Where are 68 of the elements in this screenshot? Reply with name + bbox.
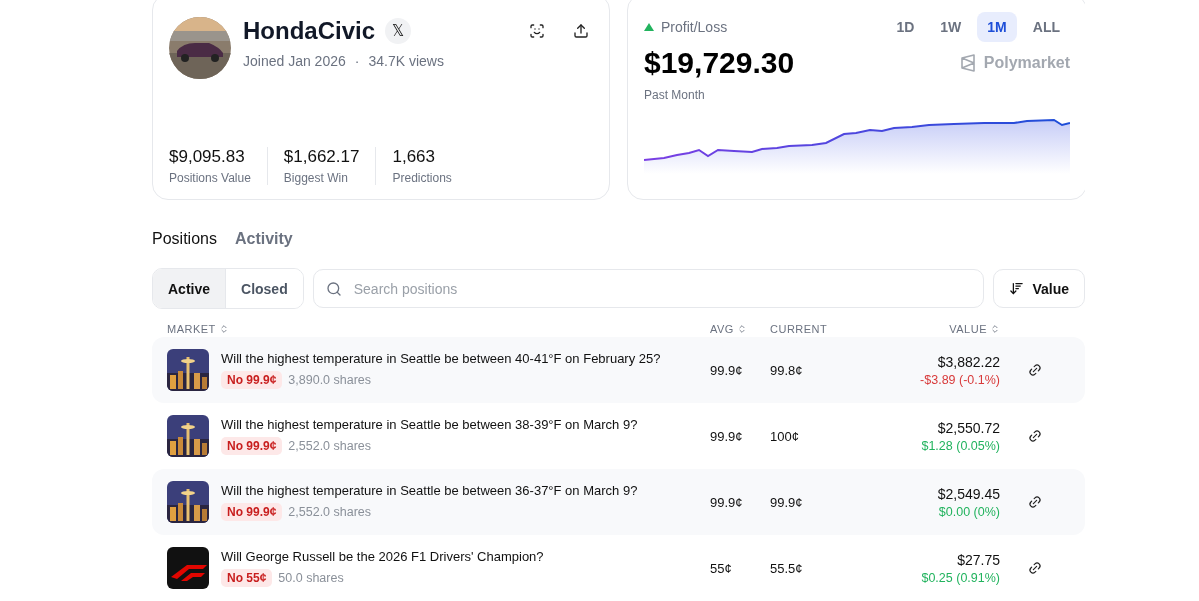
stat-label: Positions Value	[169, 171, 251, 185]
position-row[interactable]: Will the highest temperature in Seattle be between 36-37°F on March 9? No 99.9¢ 2,552.0 shares 99.9¢ 99.9¢ $2,549.45 $0.00 (0%)	[152, 469, 1085, 535]
share-count: 2,552.0 shares	[288, 439, 372, 453]
current-price: 100¢	[770, 428, 800, 444]
outcome-tag: No 99.9¢	[221, 437, 283, 455]
value-change: $1.28 (0.05%)	[921, 438, 1000, 453]
current-price: 99.8¢	[770, 362, 804, 378]
position-value: $3,882.22	[937, 353, 1000, 370]
value-change: -$3.89 (-0.1%)	[920, 372, 1000, 387]
period-label: Past Month	[644, 88, 706, 102]
filter-tab[interactable]: Closed	[225, 269, 303, 308]
outcome-tag: No 55¢	[221, 569, 273, 587]
joined-date: Joined Jan 2026	[243, 53, 346, 69]
stat-value: $1,662.17	[283, 147, 360, 167]
view-count: 34.7K views	[368, 53, 444, 69]
avg-price: 55¢	[710, 560, 733, 576]
search-icon	[325, 280, 342, 297]
stat-label: Predictions	[392, 171, 452, 185]
range-tab[interactable]: 1W	[930, 12, 972, 42]
filter-tab[interactable]: Active	[153, 269, 226, 308]
pnl-amount: $19,729.30	[644, 46, 795, 80]
search-field[interactable]: Search positions	[312, 269, 985, 308]
link-icon[interactable]	[1026, 493, 1044, 511]
stat-value: $9,095.83	[169, 147, 246, 167]
value-change: $0.00 (0%)	[938, 504, 1000, 519]
search-input[interactable]: Search positions	[351, 279, 972, 298]
link-icon[interactable]	[1026, 361, 1044, 379]
value-change: $0.25 (0.91%)	[921, 570, 1000, 585]
column-header[interactable]: MARKET	[167, 323, 229, 335]
current-price: 99.9¢	[770, 494, 804, 510]
column-header[interactable]: AVG	[710, 323, 747, 335]
avg-price: 99.9¢	[710, 494, 744, 510]
market-title[interactable]: Will the highest temperature in Seattle be between 36-37°F on March 9?	[221, 483, 638, 498]
position-value: $2,549.45	[937, 485, 1000, 502]
share-count: 2,552.0 shares	[288, 505, 372, 519]
stat-value: 1,663	[392, 147, 436, 167]
share-count: 50.0 shares	[278, 571, 344, 585]
column-header[interactable]: CURRENT	[770, 323, 828, 335]
sort-icon	[1009, 281, 1025, 296]
market-title[interactable]: Will the highest temperature in Seattle be between 40-41°F on February 25?	[221, 351, 661, 366]
market-title[interactable]: Will the highest temperature in Seattle be between 38-39°F on March 9?	[221, 417, 638, 432]
stat-label: Biggest Win	[283, 171, 349, 185]
up-triangle-icon	[644, 23, 654, 31]
pnl-label: Profit/Loss	[661, 19, 728, 35]
outcome-tag: No 99.9¢	[221, 371, 283, 389]
current-price: 55.5¢	[770, 560, 804, 576]
sort-button[interactable]: Value	[993, 269, 1085, 308]
share-count: 3,890.0 shares	[288, 373, 372, 387]
position-value: $2,550.72	[937, 419, 1000, 436]
market-title[interactable]: Will George Russell be the 2026 F1 Drivers' Champion?	[221, 549, 544, 564]
position-value: $27.75	[957, 551, 1000, 568]
social-link[interactable]: 𝕏	[385, 18, 412, 44]
profile-name: HondaCivic	[243, 17, 376, 45]
link-icon[interactable]	[1026, 427, 1044, 445]
avg-price: 99.9¢	[710, 428, 744, 444]
brand-name: Polymarket	[983, 54, 1070, 72]
polymarket-logo-icon	[959, 54, 976, 72]
separator-dot: ·	[354, 53, 360, 69]
avg-price: 99.9¢	[710, 362, 744, 378]
column-header[interactable]: VALUE	[949, 323, 1000, 335]
outcome-tag: No 99.9¢	[221, 503, 283, 521]
position-row[interactable]: Will the highest temperature in Seattle be between 40-41°F on February 25? No 99.9¢ 3,890.0 shares 99.9¢ 99.8¢ $3,882.22 -$3.89 (-0.1%)	[152, 337, 1085, 403]
section-tab[interactable]: Positions	[152, 230, 217, 248]
link-icon[interactable]	[1026, 559, 1044, 577]
range-tab[interactable]: ALL	[1022, 12, 1070, 42]
section-tab[interactable]: Activity	[234, 230, 293, 248]
range-tab[interactable]: 1M	[977, 12, 1017, 42]
range-tab[interactable]: 1D	[886, 12, 925, 42]
